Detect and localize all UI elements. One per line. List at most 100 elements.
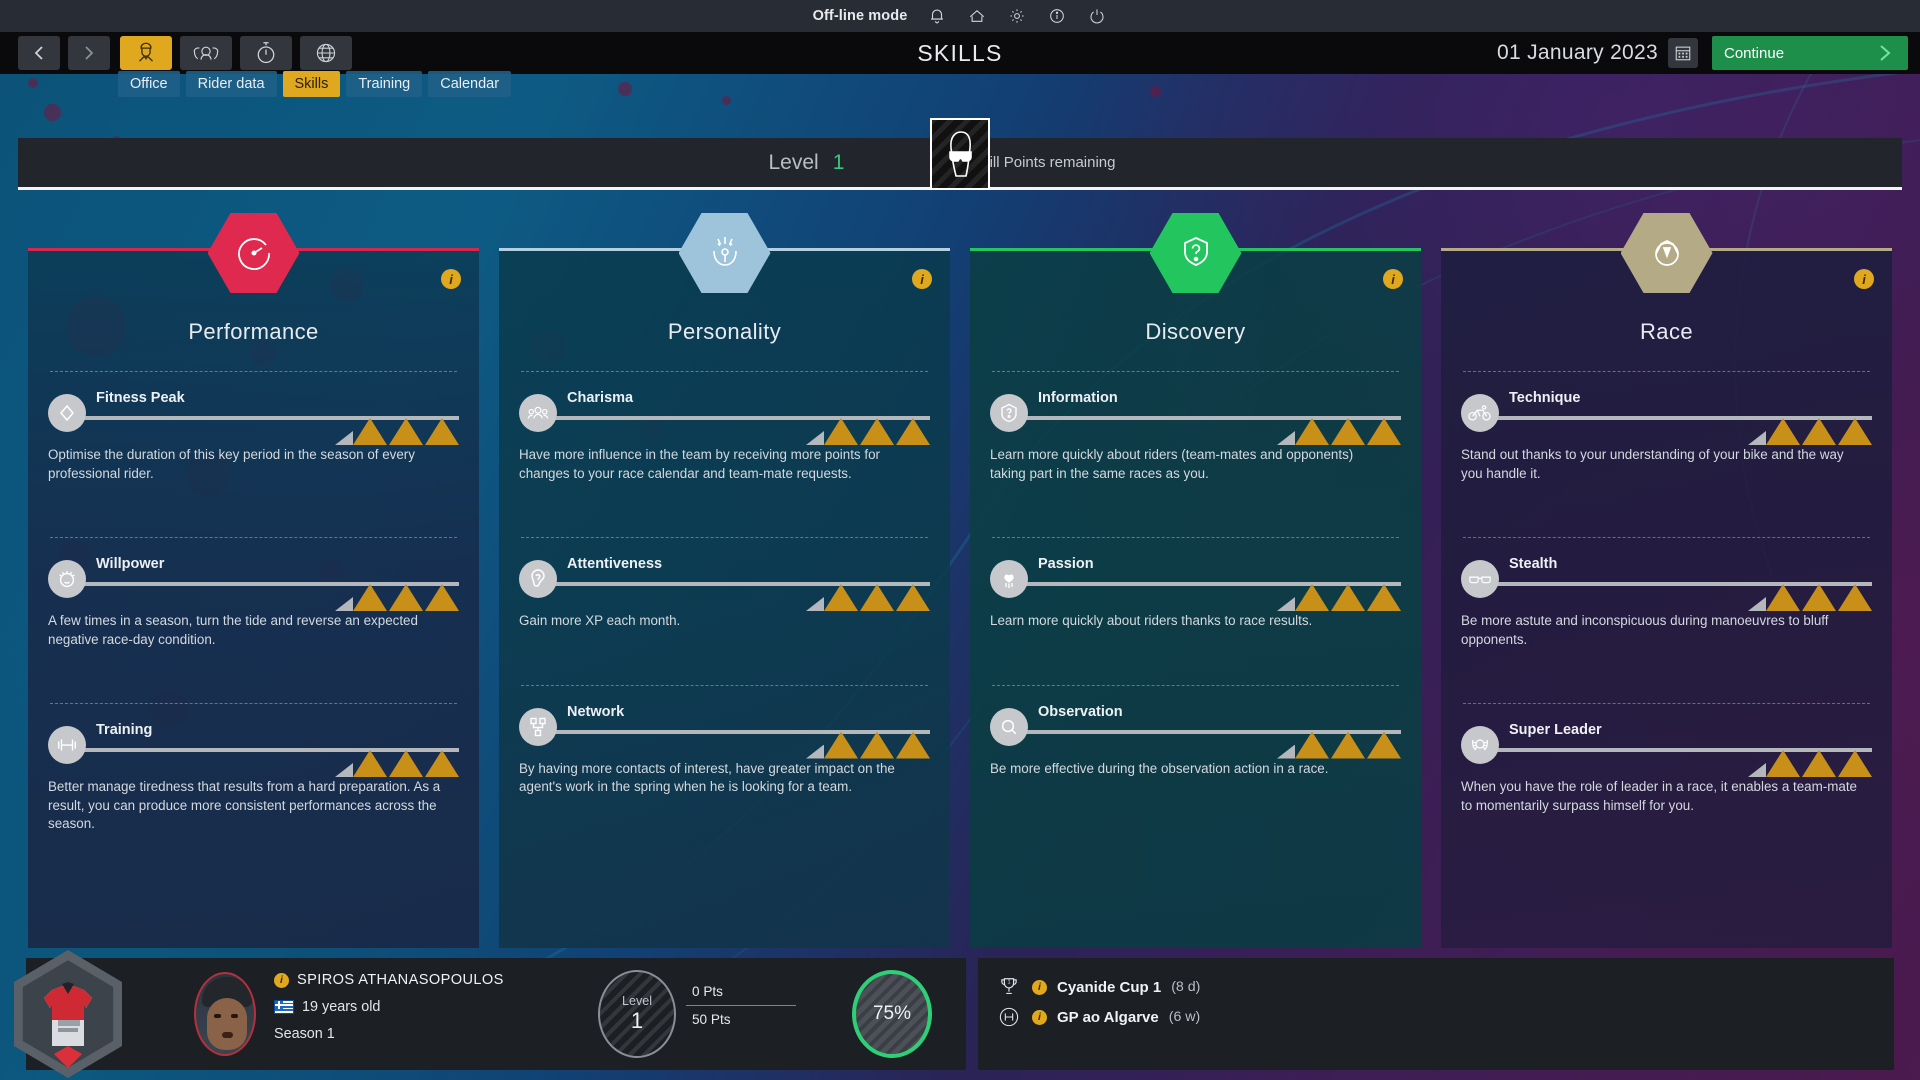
skill-bar xyxy=(70,748,459,777)
tab-skills-label: Skills xyxy=(294,76,329,92)
skill-bar xyxy=(70,416,459,445)
chevron-right-icon xyxy=(1880,45,1891,61)
skill-row[interactable]: Training Better manage tiredness that re… xyxy=(48,704,459,834)
skill-pips xyxy=(1748,415,1872,445)
avatar xyxy=(924,118,996,190)
skill-description: Learn more quickly about riders thanks t… xyxy=(990,613,1313,628)
skill-pips xyxy=(1277,581,1401,611)
skill-pips xyxy=(806,581,930,611)
condition-percent: 75% xyxy=(872,1003,912,1024)
condition-percent-circle: 75% xyxy=(852,970,932,1058)
team-jersey-badge[interactable] xyxy=(14,950,122,1078)
skill-description: Learn more quickly about riders (team-ma… xyxy=(990,447,1354,481)
sub-tabs: Office Rider data Skills Training Calend… xyxy=(118,71,512,97)
continue-button[interactable]: Continue xyxy=(1712,36,1908,70)
crowd-icon xyxy=(519,394,557,432)
skill-name: Super Leader xyxy=(1509,722,1602,738)
upcoming-races-panel: 1 i Cyanide Cup 1 (8 d) i GP ao Algarve … xyxy=(978,958,1894,1070)
skill-row[interactable]: Information Learn more quickly about rid… xyxy=(990,372,1401,483)
column-title: Performance xyxy=(188,319,319,344)
info-badge[interactable]: i xyxy=(441,269,461,289)
helmet-icon xyxy=(1654,240,1679,266)
smiley-icon xyxy=(48,560,86,598)
skill-name: Technique xyxy=(1509,390,1581,406)
continue-label: Continue xyxy=(1724,44,1785,62)
skill-row[interactable]: Charisma Have more influence in the team… xyxy=(519,372,930,483)
skill-row[interactable]: Stealth Be more astute and inconspicuous… xyxy=(1461,538,1872,649)
skill-bar xyxy=(1012,416,1401,445)
skill-pips xyxy=(1277,415,1401,445)
category-hex-performance xyxy=(207,213,300,293)
skill-row[interactable]: Network By having more contacts of inter… xyxy=(519,686,930,797)
sunglasses-icon xyxy=(1461,560,1499,598)
bell-icon[interactable] xyxy=(927,6,947,26)
skill-pips xyxy=(806,415,930,445)
skill-description: A few times in a season, turn the tide a… xyxy=(48,613,418,647)
skill-pips xyxy=(335,581,459,611)
skill-name: Observation xyxy=(1038,703,1123,720)
home-icon[interactable] xyxy=(967,6,987,26)
divider xyxy=(686,1005,796,1006)
skill-columns: i Performance Fitness Peak Optimise the … xyxy=(28,213,1892,948)
points-block: 0 Pts 50 Pts xyxy=(686,980,796,1031)
skill-pips xyxy=(1277,729,1401,759)
list-item[interactable]: 1 i Cyanide Cup 1 (8 d) xyxy=(996,972,1200,1002)
skill-bar xyxy=(541,729,930,759)
os-bar: Off-line mode xyxy=(0,0,1920,32)
greece-flag-icon xyxy=(274,1000,294,1014)
current-points: 0 Pts xyxy=(692,984,723,999)
tab-training[interactable]: Training xyxy=(346,71,423,97)
rider-summary-panel: i SPIROS ATHANASOPOULOS 19 years old Sea… xyxy=(14,950,966,1078)
skill-bar xyxy=(1483,582,1872,611)
skill-bar xyxy=(541,416,930,445)
info-badge[interactable]: i xyxy=(1383,269,1403,289)
rider-info: i SPIROS ATHANASOPOULOS 19 years old Sea… xyxy=(274,972,504,1053)
list-item[interactable]: i GP ao Algarve (6 w) xyxy=(996,1002,1200,1032)
skill-row[interactable]: Technique Stand out thanks to your under… xyxy=(1461,372,1872,483)
skill-name: Network xyxy=(567,703,625,720)
skill-bar xyxy=(541,582,930,611)
ear-icon xyxy=(519,560,557,598)
tab-calendar-label: Calendar xyxy=(440,76,500,92)
skill-name: Passion xyxy=(1038,556,1094,572)
skill-description: When you have the role of leader in a ra… xyxy=(1461,779,1857,813)
tab-training-label: Training xyxy=(358,76,411,92)
tab-calendar[interactable]: Calendar xyxy=(428,71,512,97)
info-badge[interactable]: i xyxy=(1032,979,1047,995)
info-badge[interactable]: i xyxy=(912,269,932,289)
skill-description: Stand out thanks to your understanding o… xyxy=(1461,447,1844,481)
tab-office[interactable]: Office xyxy=(118,71,180,97)
rider-age-row: 19 years old xyxy=(274,999,504,1015)
dumbbell-icon xyxy=(48,726,86,764)
skill-column-discovery: i Discovery Information Learn more quick… xyxy=(970,213,1421,948)
skill-row[interactable]: Fitness Peak Optimise the duration of th… xyxy=(48,372,459,483)
skill-bar xyxy=(70,582,459,611)
skill-name: Attentiveness xyxy=(567,556,663,572)
calendar-icon[interactable] xyxy=(1668,38,1698,68)
info-badge[interactable]: i xyxy=(1854,269,1874,289)
info-badge[interactable]: i xyxy=(1032,1009,1047,1025)
info-icon[interactable] xyxy=(1047,6,1067,26)
info-badge[interactable]: i xyxy=(274,972,289,988)
gear-icon[interactable] xyxy=(1007,6,1027,26)
skill-row[interactable]: Super Leader When you have the role of l… xyxy=(1461,704,1872,815)
tab-rider-data[interactable]: Rider data xyxy=(185,71,277,97)
magnifier-icon xyxy=(990,707,1028,746)
power-icon[interactable] xyxy=(1087,6,1107,26)
diamond-icon xyxy=(48,394,86,432)
race-name: Cyanide Cup 1 xyxy=(1057,978,1162,996)
level-label: Level xyxy=(621,994,653,1008)
category-hex-discovery xyxy=(1149,213,1242,293)
svg-text:1: 1 xyxy=(1007,979,1010,985)
skill-row[interactable]: Observation Be more effective during the… xyxy=(990,686,1401,779)
race-countdown: (6 w) xyxy=(1168,1009,1201,1025)
skill-name: Information xyxy=(1038,390,1118,406)
skill-row[interactable]: Attentiveness Gain more XP each month. xyxy=(519,538,930,631)
tab-skills[interactable]: Skills xyxy=(282,71,341,97)
target-points: 50 Pts xyxy=(692,1012,731,1027)
skill-row[interactable]: Willpower A few times in a season, turn … xyxy=(48,538,459,649)
column-title: Discovery xyxy=(1145,319,1246,344)
skill-pips xyxy=(1748,581,1872,611)
skill-description: Be more effective during the observation… xyxy=(990,760,1329,776)
skill-row[interactable]: Passion Learn more quickly about riders … xyxy=(990,538,1401,631)
